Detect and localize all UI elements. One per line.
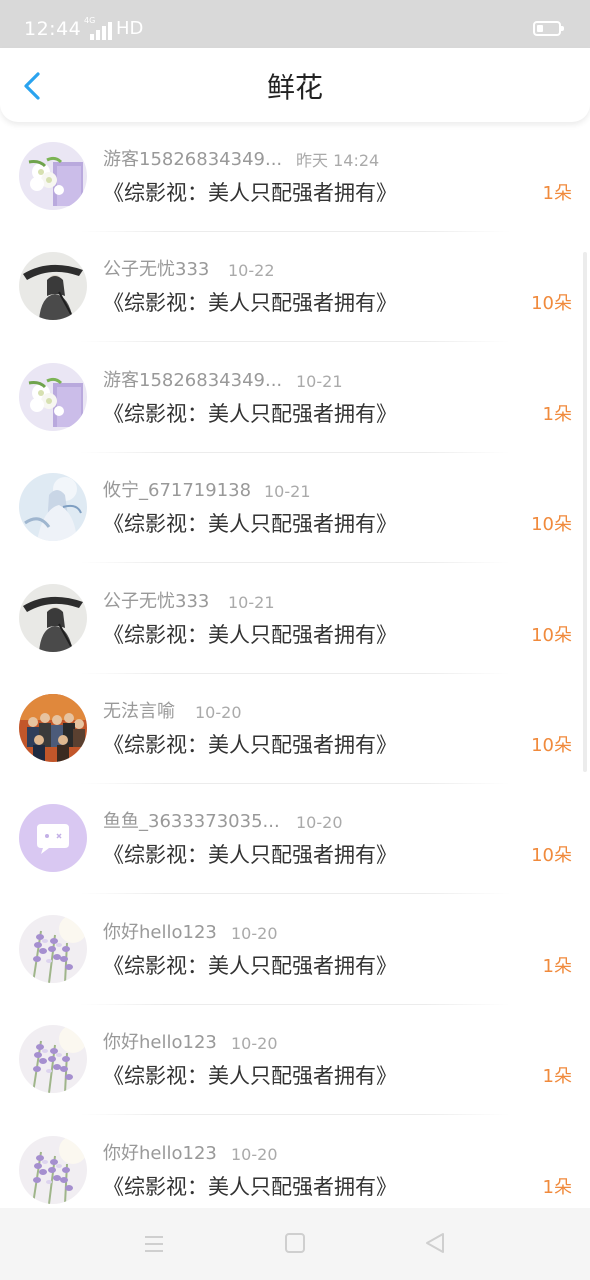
user-avatar[interactable] xyxy=(19,804,87,873)
flower-count: 10朵 xyxy=(531,624,572,646)
back-triangle-icon[interactable] xyxy=(423,1231,447,1255)
list-item[interactable]: 鱼鱼_3633373035... 10-20 《综影视：美人只配强者拥有》 10朵 xyxy=(0,784,590,895)
user-avatar[interactable] xyxy=(19,362,87,431)
user-name[interactable]: 你好hello123 xyxy=(103,1031,217,1055)
user-avatar[interactable] xyxy=(19,1135,87,1204)
app-header: 鲜花 xyxy=(0,48,590,122)
record-time: 10-21 xyxy=(264,482,311,502)
user-name[interactable]: 公子无忧333 xyxy=(103,590,209,614)
user-avatar[interactable] xyxy=(19,142,87,210)
book-title[interactable]: 《综影视：美人只配强者拥有》 xyxy=(103,1172,397,1202)
user-name[interactable]: 鱼鱼_3633373035... xyxy=(103,810,280,834)
record-time: 10-21 xyxy=(296,371,343,391)
flower-count: 10朵 xyxy=(531,735,572,756)
user-name[interactable]: 你好hello123 xyxy=(103,1142,217,1166)
book-title[interactable]: 《综影视：美人只配强者拥有》 xyxy=(103,730,397,760)
flower-count: 1朵 xyxy=(542,183,572,204)
user-name[interactable]: 公子无忧333 xyxy=(103,258,209,282)
list-item[interactable]: 你好hello123 10-20 《综影视：美人只配强者拥有》 1朵 xyxy=(0,1005,590,1116)
user-avatar[interactable] xyxy=(19,694,87,762)
battery-level xyxy=(537,25,543,32)
list-item[interactable]: 公子无忧333 10-21 《综影视：美人只配强者拥有》 10朵 xyxy=(0,564,590,674)
flower-count: 10朵 xyxy=(531,293,572,315)
flower-count: 10朵 xyxy=(531,514,572,536)
user-avatar[interactable] xyxy=(19,1025,87,1094)
user-avatar[interactable] xyxy=(19,473,87,542)
record-time: 10-21 xyxy=(228,592,275,612)
record-time: 10-20 xyxy=(195,703,242,722)
book-title[interactable]: 《综影视：美人只配强者拥有》 xyxy=(103,509,397,539)
list-item[interactable]: 公子无忧333 10-22 《综影视：美人只配强者拥有》 10朵 xyxy=(0,232,590,343)
book-title[interactable]: 《综影视：美人只配强者拥有》 xyxy=(103,178,397,208)
user-avatar[interactable] xyxy=(19,914,87,983)
list-item[interactable]: 游客15826834349... 10-21 《综影视：美人只配强者拥有》 1朵 xyxy=(0,343,590,453)
user-avatar[interactable] xyxy=(19,583,87,652)
record-time: 昨天 14:24 xyxy=(296,151,380,170)
book-title[interactable]: 《综影视：美人只配强者拥有》 xyxy=(103,288,397,318)
list-item[interactable]: 攸宁_671719138 10-21 《综影视：美人只配强者拥有》 10朵 xyxy=(0,453,590,564)
flower-count: 1朵 xyxy=(542,1066,572,1088)
page-title: 鲜花 xyxy=(266,71,323,104)
book-title[interactable]: 《综影视：美人只配强者拥有》 xyxy=(103,951,397,981)
list-item[interactable]: 无法言喻 10-20 《综影视：美人只配强者拥有》 10朵 xyxy=(0,674,590,784)
list-item[interactable]: 你好hello123 10-20 《综影视：美人只配强者拥有》 1朵 xyxy=(0,1116,590,1208)
book-title[interactable]: 《综影视：美人只配强者拥有》 xyxy=(103,840,397,870)
user-name[interactable]: 你好hello123 xyxy=(103,921,217,945)
hd-indicator: HD xyxy=(116,18,144,39)
battery-icon xyxy=(533,21,564,36)
flower-count: 1朵 xyxy=(542,955,572,977)
record-time: 10-20 xyxy=(296,813,343,833)
flower-count: 10朵 xyxy=(531,845,572,867)
home-square-icon[interactable] xyxy=(284,1232,306,1254)
user-name[interactable]: 无法言喻 xyxy=(103,700,175,724)
flower-count: 1朵 xyxy=(542,403,572,425)
record-time: 10-20 xyxy=(231,1034,278,1054)
record-time: 10-20 xyxy=(231,923,278,943)
book-title[interactable]: 《综影视：美人只配强者拥有》 xyxy=(103,1061,397,1091)
menu-icon[interactable] xyxy=(143,1233,165,1255)
list-item[interactable]: 游客15826834349... 昨天 14:24 《综影视：美人只配强者拥有》 1朵 xyxy=(0,122,590,232)
status-bar: 12:44 4G HD xyxy=(0,0,590,48)
user-avatar[interactable] xyxy=(19,252,87,321)
user-name[interactable]: 攸宁_671719138 xyxy=(103,479,251,503)
flower-count: 1朵 xyxy=(542,1176,572,1198)
signal-icon: 4G xyxy=(84,16,112,40)
user-name[interactable]: 游客15826834349... xyxy=(103,148,282,172)
book-title[interactable]: 《综影视：美人只配强者拥有》 xyxy=(103,620,397,650)
user-name[interactable]: 游客15826834349... xyxy=(103,369,282,393)
list-item[interactable]: 你好hello123 10-20 《综影视：美人只配强者拥有》 1朵 xyxy=(0,895,590,1005)
network-type: 4G xyxy=(84,16,96,25)
status-time: 12:44 xyxy=(24,18,82,40)
record-time: 10-22 xyxy=(228,261,275,281)
system-nav-bar xyxy=(0,1208,590,1280)
record-time: 10-20 xyxy=(231,1144,278,1164)
flower-record-list[interactable]: 游客15826834349... 昨天 14:24 《综影视：美人只配强者拥有》 1朵… xyxy=(0,122,590,1208)
book-title[interactable]: 《综影视：美人只配强者拥有》 xyxy=(103,399,397,429)
